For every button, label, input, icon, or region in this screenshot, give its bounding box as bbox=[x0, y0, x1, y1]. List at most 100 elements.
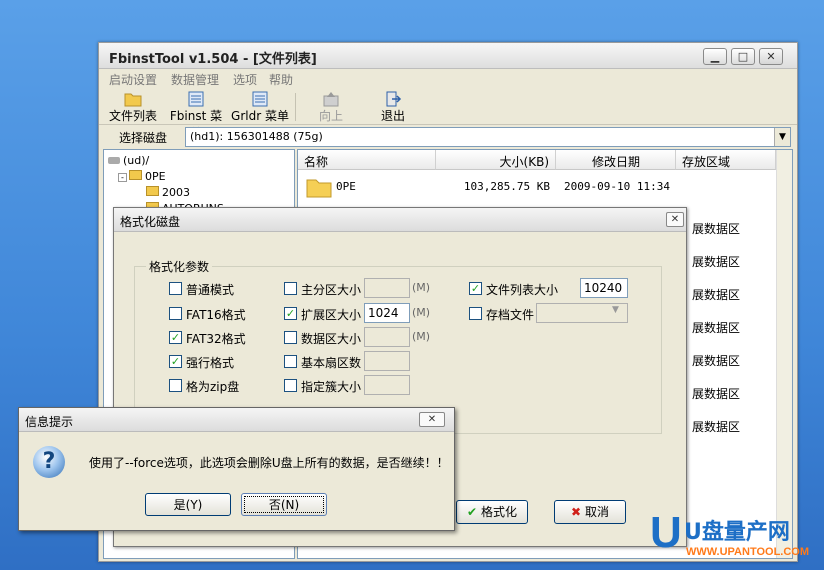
size-value-input[interactable]: 1024 bbox=[364, 303, 410, 323]
format-button[interactable]: ✔ 格式化 bbox=[456, 500, 528, 524]
disk-select-row: 选择磁盘 (hd1): 156301488 (75g) ▼ bbox=[99, 127, 797, 149]
folder-icon bbox=[306, 179, 332, 198]
chevron-down-icon[interactable]: ▼ bbox=[612, 305, 619, 315]
minimize-button[interactable]: ▁ bbox=[703, 48, 727, 65]
unit-label: (M) bbox=[412, 281, 431, 294]
exit-label: 退出 bbox=[380, 109, 405, 123]
drive-icon bbox=[108, 157, 120, 164]
size-option-4-checkbox[interactable] bbox=[284, 355, 297, 368]
yes-button[interactable]: 是(Y) bbox=[145, 493, 231, 516]
size-option-3-checkbox[interactable] bbox=[284, 331, 297, 344]
size-value-input[interactable] bbox=[364, 351, 410, 371]
close-icon[interactable]: ✕ bbox=[419, 412, 445, 427]
unit-label: (M) bbox=[412, 306, 431, 319]
disk-select-value: (hd1): 156301488 (75g) bbox=[190, 130, 323, 143]
checkmark-icon: ✔ bbox=[466, 505, 478, 519]
close-icon[interactable]: ✕ bbox=[666, 212, 684, 227]
ext-area-cell: 展数据区 bbox=[692, 255, 741, 269]
tree-item-label: (ud)/ bbox=[123, 154, 150, 167]
format-dialog-titlebar[interactable]: 格式化磁盘 ✕ bbox=[114, 208, 686, 232]
size-value-input[interactable] bbox=[364, 278, 410, 298]
tree-expander-icon: - bbox=[118, 173, 127, 182]
folder-icon bbox=[146, 186, 159, 196]
size-option-5-checkbox[interactable] bbox=[284, 379, 297, 392]
file-list-button[interactable]: 文件列表 bbox=[107, 91, 159, 123]
format-option-5-label: 格为zip盘 bbox=[186, 380, 240, 394]
watermark-url: WWW.UPANTOOL.COM bbox=[686, 546, 810, 558]
column-date[interactable]: 修改日期 bbox=[556, 150, 676, 170]
exit-door-icon bbox=[386, 91, 402, 107]
cancel-x-icon: ✖ bbox=[570, 505, 582, 519]
tree-item-2003[interactable]: 2003 bbox=[146, 186, 190, 199]
folder-icon bbox=[129, 170, 142, 180]
file-option-2-checkbox[interactable] bbox=[469, 307, 482, 320]
logo-u-glyph: U bbox=[650, 508, 682, 557]
size-option-1-checkbox[interactable] bbox=[284, 282, 297, 295]
menu-options[interactable]: 选项 bbox=[233, 71, 257, 88]
info-dialog: 信息提示 ✕ ? 使用了--force选项，此选项会删除U盘上所有的数据，是否继… bbox=[18, 407, 455, 531]
menu-list-icon bbox=[252, 91, 268, 107]
grldr-menu-button[interactable]: Grldr 菜单 bbox=[231, 91, 289, 123]
file-list-size-input[interactable]: 10240 bbox=[580, 278, 628, 298]
size-option-5-label: 指定簇大小 bbox=[301, 380, 362, 394]
window-title: FbinstTool v1.504 - [文件列表] bbox=[109, 52, 317, 67]
column-area[interactable]: 存放区域 bbox=[676, 150, 776, 170]
format-option-5-checkbox[interactable] bbox=[169, 379, 182, 392]
format-option-2-label: FAT16格式 bbox=[186, 308, 246, 322]
title-bar[interactable]: FbinstTool v1.504 - [文件列表] ▁ □ ✕ bbox=[99, 43, 797, 69]
format-button-label: 格式化 bbox=[481, 505, 518, 519]
watermark-brand: U盘量产网 bbox=[684, 520, 790, 545]
format-option-2-checkbox[interactable] bbox=[169, 307, 182, 320]
up-button[interactable]: 向上 bbox=[311, 91, 351, 123]
disk-select-combo[interactable]: (hd1): 156301488 (75g) ▼ bbox=[185, 127, 791, 147]
row-size: 103,285.75 KB bbox=[463, 180, 550, 193]
format-option-4-label: 强行格式 bbox=[186, 356, 235, 370]
ext-area-cell: 展数据区 bbox=[692, 420, 741, 434]
file-option-2-label: 存档文件 bbox=[486, 308, 535, 322]
menu-list-icon bbox=[188, 91, 204, 107]
question-icon: ? bbox=[33, 446, 65, 478]
file-list-label: 文件列表 bbox=[108, 109, 157, 123]
tree-item-0pe[interactable]: - 0PE bbox=[118, 170, 166, 183]
info-dialog-titlebar[interactable]: 信息提示 ✕ bbox=[19, 408, 454, 432]
disk-select-label: 选择磁盘 bbox=[119, 131, 168, 145]
up-label: 向上 bbox=[318, 109, 343, 123]
format-option-4-checkbox[interactable]: ✓ bbox=[169, 355, 182, 368]
unit-label: (M) bbox=[412, 330, 431, 343]
size-option-2-checkbox[interactable]: ✓ bbox=[284, 307, 297, 320]
size-option-2-label: 扩展区大小 bbox=[301, 308, 362, 322]
size-value-input[interactable] bbox=[364, 375, 410, 395]
maximize-button[interactable]: □ bbox=[731, 48, 755, 65]
row-date: 2009-09-10 11:34 bbox=[564, 180, 670, 193]
file-option-1-checkbox[interactable]: ✓ bbox=[469, 282, 482, 295]
chevron-down-icon[interactable]: ▼ bbox=[774, 128, 790, 146]
table-row[interactable]: 0PE 103,285.75 KB 2009-09-10 11:34 bbox=[298, 176, 776, 198]
folder-icon bbox=[124, 93, 142, 107]
up-folder-icon bbox=[323, 92, 339, 107]
file-list-scrollbar[interactable] bbox=[776, 150, 792, 558]
menu-bar: 启动设置 数据管理 选项 帮助 bbox=[99, 69, 797, 89]
close-button[interactable]: ✕ bbox=[759, 48, 783, 65]
watermark-logo: U U盘量产网 WWW.UPANTOOL.COM bbox=[650, 508, 824, 570]
size-value-input[interactable] bbox=[364, 327, 410, 347]
ext-area-cell: 展数据区 bbox=[692, 387, 741, 401]
grldr-menu-label: Grldr 菜单 bbox=[231, 109, 289, 123]
size-option-1-label: 主分区大小 bbox=[301, 283, 362, 297]
ext-area-cell: 展数据区 bbox=[692, 321, 741, 335]
column-name[interactable]: 名称 bbox=[298, 150, 436, 170]
no-button[interactable]: 否(N) bbox=[241, 493, 327, 516]
column-size[interactable]: 大小(KB) bbox=[436, 150, 556, 170]
menu-boot-settings[interactable]: 启动设置 bbox=[109, 71, 157, 88]
format-dialog-title: 格式化磁盘 bbox=[120, 215, 181, 229]
format-option-3-checkbox[interactable]: ✓ bbox=[169, 331, 182, 344]
menu-help[interactable]: 帮助 bbox=[269, 71, 293, 88]
size-option-4-label: 基本扇区数 bbox=[301, 356, 362, 370]
menu-data-management[interactable]: 数据管理 bbox=[171, 71, 219, 88]
exit-button[interactable]: 退出 bbox=[373, 91, 413, 123]
format-option-1-label: 普通模式 bbox=[186, 283, 235, 297]
fbinst-menu-button[interactable]: Fbinst 菜单 bbox=[165, 91, 227, 140]
tree-item-root[interactable]: (ud)/ bbox=[108, 154, 149, 167]
format-params-label: 格式化参数 bbox=[146, 258, 213, 275]
cancel-button[interactable]: ✖ 取消 bbox=[554, 500, 626, 524]
format-option-1-checkbox[interactable] bbox=[169, 282, 182, 295]
